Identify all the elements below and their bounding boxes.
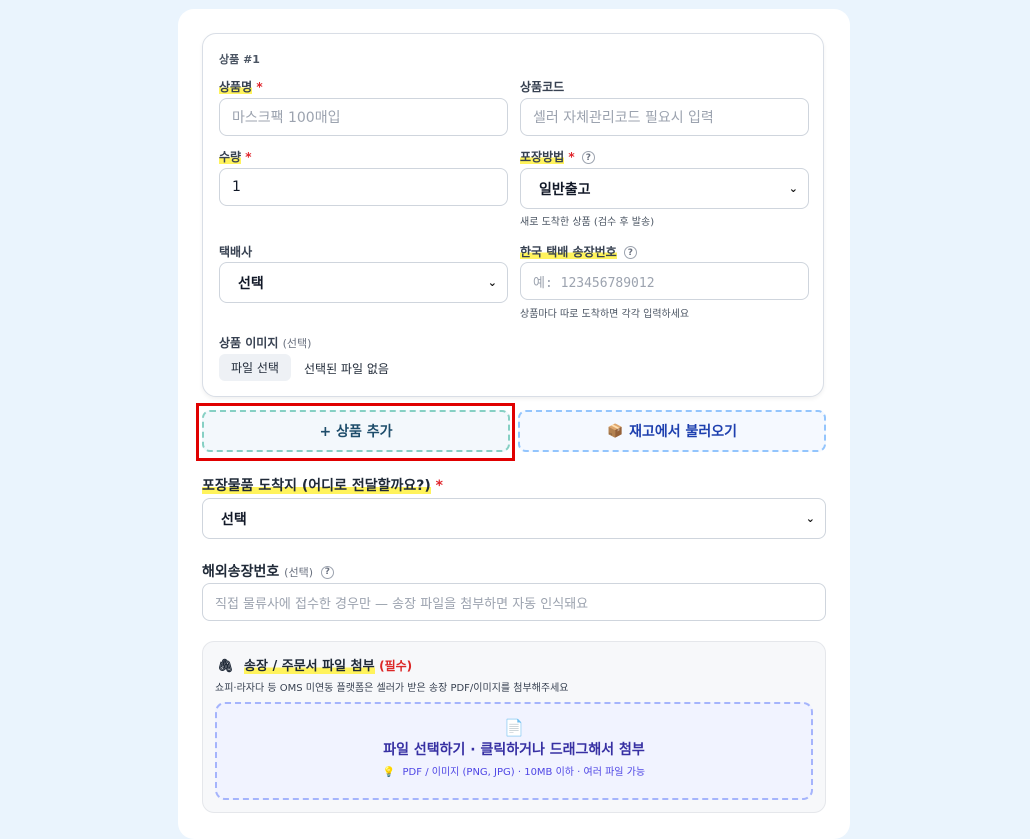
file-drop-zone[interactable]: 📄 파일 선택하기 · 클릭하거나 드래그해서 첨부 💡 PDF / 이미지 (… (215, 702, 813, 800)
document-icon: 📄 (504, 718, 524, 737)
file-status: 선택된 파일 없음 (304, 362, 389, 376)
packing-label: 포장방법 * ? (520, 148, 595, 165)
drop-zone-hint: 💡 PDF / 이미지 (PNG, JPG) · 10MB 이하 · 여러 파일… (382, 767, 646, 778)
file-select-button[interactable]: 파일 선택 (219, 354, 291, 381)
product-image-label: 상품 이미지 (선택) (219, 336, 312, 350)
product-code-input[interactable]: 셀러 자체관리코드 필요시 입력 (520, 98, 809, 136)
package-icon: 📦 (606, 423, 624, 439)
chevron-down-icon: ⌄ (487, 276, 497, 289)
courier-select[interactable]: 선택 ⌄ (219, 262, 508, 303)
load-from-inventory-button[interactable]: 📦 재고에서 불러오기 (518, 410, 826, 452)
quantity-label: 수량 * (219, 150, 252, 164)
courier-label: 택배사 (219, 245, 253, 259)
help-icon[interactable]: ? (581, 151, 595, 164)
chevron-down-icon: ⌄ (788, 182, 798, 195)
packing-hint: 새로 도착한 상품 (검수 후 발송) (520, 217, 655, 228)
quantity-input[interactable]: 1 (219, 168, 508, 206)
drop-zone-title: 파일 선택하기 · 클릭하거나 드래그해서 첨부 (383, 742, 645, 758)
overseas-tracking-input[interactable]: 직접 물류사에 접수한 경우만 — 송장 파일을 첨부하면 자동 인식돼요 (202, 583, 826, 621)
help-icon[interactable]: ? (623, 246, 637, 259)
product-name-input[interactable]: 마스크팩 100매입 (219, 98, 508, 136)
paperclip-icon: 🖇 (217, 659, 234, 674)
help-icon[interactable]: ? (320, 565, 334, 579)
highlight-box (196, 403, 515, 461)
attachment-title: 🖇 송장 / 주문서 파일 첨부 (필수) (217, 659, 413, 674)
product-item-title: 상품 #1 (219, 53, 260, 66)
tracking-hint: 상품마다 따로 도착하면 각각 입력하세요 (520, 309, 690, 320)
attachment-description: 쇼피·라자다 등 OMS 미연동 플랫폼은 셀러가 받은 송장 PDF/이미지를… (215, 683, 569, 694)
destination-label: 포장물품 도착지 (어디로 전달할까요?) * (202, 478, 443, 494)
chevron-down-icon: ⌄ (805, 512, 815, 525)
product-name-label: 상품명 * (219, 80, 263, 94)
tracking-label: 한국 택배 송장번호 ? (520, 243, 637, 260)
lightbulb-icon: 💡 (382, 767, 396, 778)
product-code-label: 상품코드 (520, 80, 565, 94)
tracking-input[interactable]: 예: 123456789012 (520, 262, 809, 300)
overseas-tracking-label: 해외송장번호 (선택) ? (202, 561, 334, 581)
packing-select[interactable]: 일반출고 ⌄ (520, 168, 809, 209)
destination-select[interactable]: 선택 ⌄ (202, 498, 826, 539)
